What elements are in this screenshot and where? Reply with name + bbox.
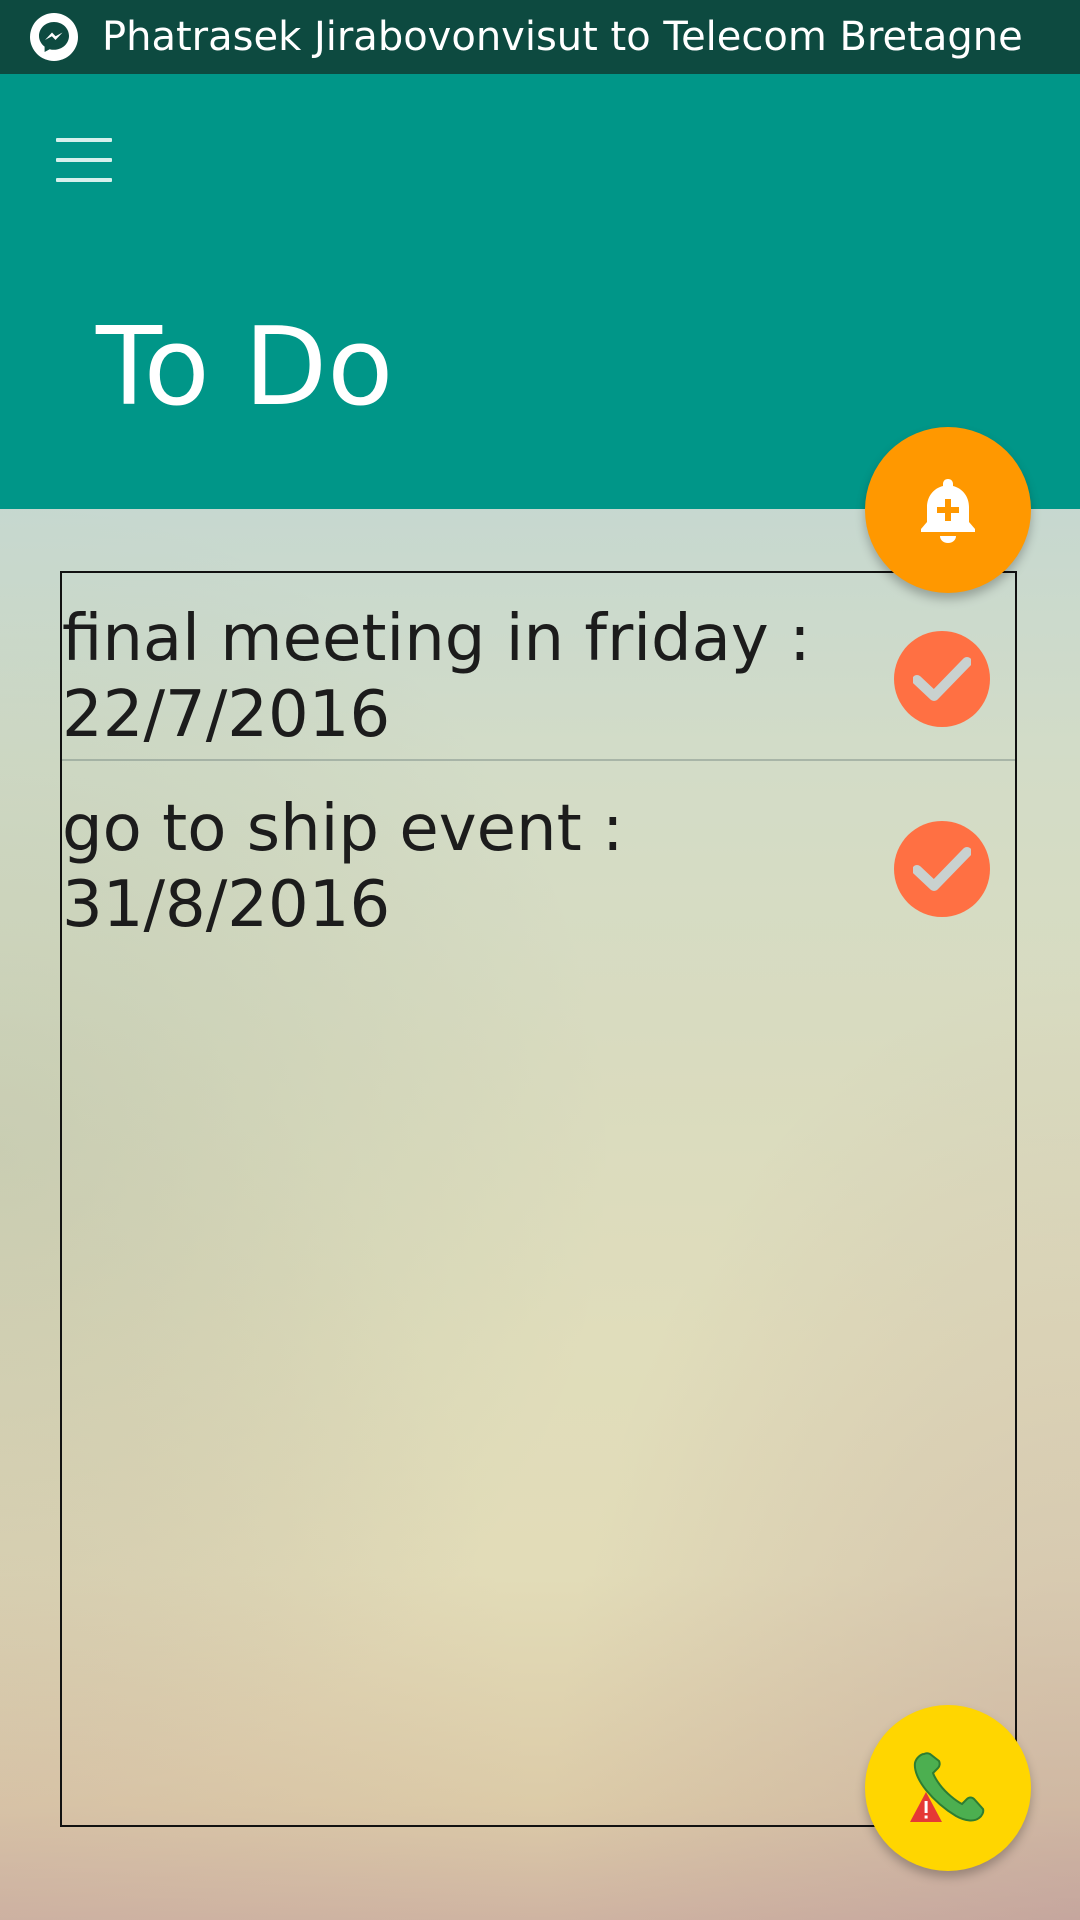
messenger-icon xyxy=(30,13,78,61)
notification-text: Phatrasek Jirabovonvisut to Telecom Bret… xyxy=(102,14,1023,60)
todo-list: final meeting in friday : 22/7/2016 go t… xyxy=(60,571,1017,1827)
todo-text: final meeting in friday : 22/7/2016 xyxy=(62,602,811,752)
check-icon xyxy=(913,847,971,891)
emergency-call-button[interactable] xyxy=(865,1705,1031,1871)
divider xyxy=(62,759,1015,761)
hamburger-menu-icon[interactable] xyxy=(56,138,112,182)
complete-todo-button[interactable] xyxy=(894,631,990,727)
phone-warning-icon xyxy=(910,1752,985,1822)
screen: Phatrasek Jirabovonvisut to Telecom Bret… xyxy=(0,0,1080,1920)
bell-plus-icon xyxy=(921,479,975,543)
list-item[interactable]: final meeting in friday : 22/7/2016 xyxy=(62,601,1015,789)
add-reminder-button[interactable] xyxy=(865,427,1031,593)
complete-todo-button[interactable] xyxy=(894,821,990,917)
todo-text: go to ship event : 31/8/2016 xyxy=(62,792,624,942)
notification-bar[interactable]: Phatrasek Jirabovonvisut to Telecom Bret… xyxy=(0,0,1080,74)
check-icon xyxy=(913,657,971,701)
page-title: To Do xyxy=(96,305,394,430)
list-item[interactable]: go to ship event : 31/8/2016 xyxy=(62,791,1015,979)
